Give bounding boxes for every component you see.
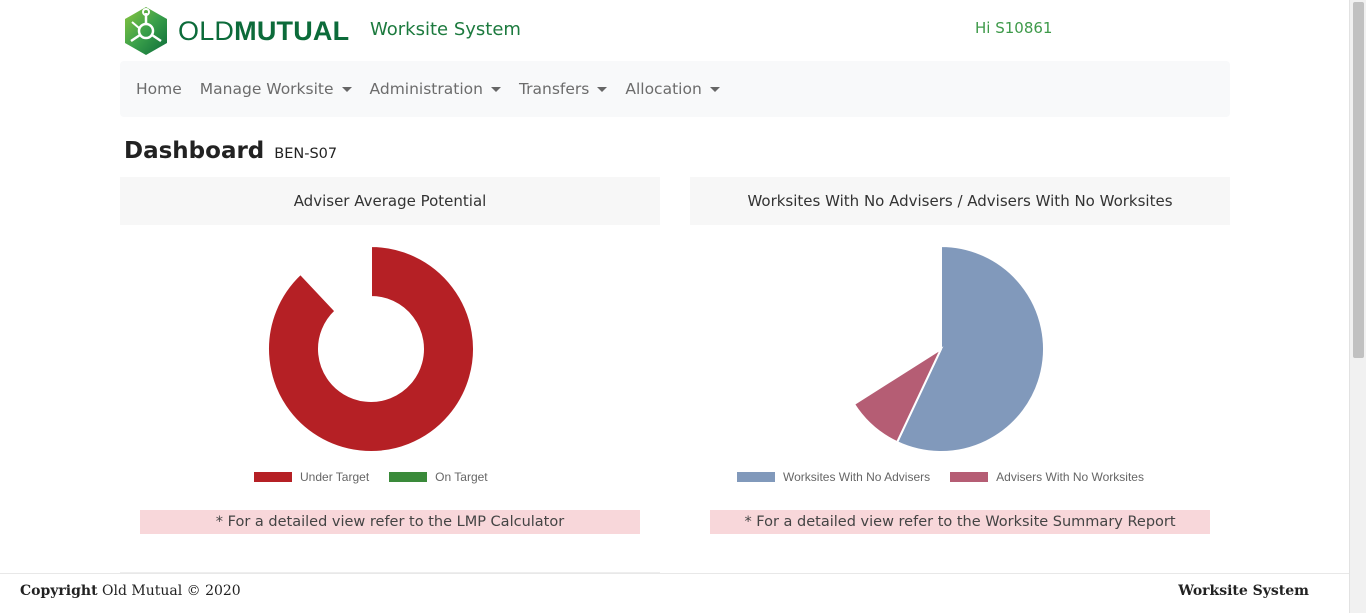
adviser-potential-card-header: Adviser Average Potential — [120, 177, 660, 225]
logo-text-bold: MUTUAL — [234, 15, 350, 46]
caret-down-icon — [490, 86, 501, 92]
legend-swatch — [254, 472, 292, 482]
pie-slice-worksites-with-no-advisers[interactable] — [895, 244, 1045, 453]
nav-allocation[interactable]: Allocation — [625, 80, 720, 98]
copyright-label: Copyright — [20, 583, 98, 599]
adviser-potential-title: Adviser Average Potential — [293, 192, 487, 210]
worksites-advisers-legend: Worksites With No Advisers Advisers With… — [737, 470, 1164, 484]
nav-manage-worksite[interactable]: Manage Worksite — [200, 80, 352, 98]
header: OLDMUTUAL Worksite System Hi S10861 — [120, 0, 1230, 62]
vertical-scrollbar[interactable] — [1349, 0, 1366, 613]
legend-label: Advisers With No Worksites — [996, 470, 1144, 484]
nav-allocation-label: Allocation — [625, 80, 702, 98]
legend-entry-worksites-no-advisers[interactable]: Worksites With No Advisers — [737, 470, 930, 484]
old-mutual-emblem-icon — [125, 7, 167, 55]
worksites-advisers-pie-chart — [852, 244, 1045, 453]
footer: Copyright Old Mutual © 2020 Worksite Sys… — [0, 573, 1349, 613]
legend-swatch — [950, 472, 989, 482]
worksites-advisers-card-header: Worksites With No Advisers / Advisers Wi… — [690, 177, 1230, 225]
page-title: Dashboard — [124, 138, 265, 164]
nav-administration-label: Administration — [369, 80, 483, 98]
copyright-text: Old Mutual © 2020 — [102, 583, 241, 599]
legend-swatch — [737, 472, 775, 482]
nav-transfers[interactable]: Transfers — [518, 80, 608, 98]
pie-slice-under-target[interactable] — [267, 244, 475, 453]
system-title: Worksite System — [370, 19, 521, 40]
lmp-calculator-note: * For a detailed view refer to the LMP C… — [140, 510, 640, 534]
page-heading: Dashboard BEN-S07 — [124, 138, 337, 164]
legend-label: Worksites With No Advisers — [783, 470, 931, 484]
caret-down-icon — [597, 86, 608, 92]
nav-administration[interactable]: Administration — [370, 80, 501, 98]
legend-swatch — [389, 472, 428, 482]
nav-home-label: Home — [136, 80, 182, 98]
main-navbar: Home Manage Worksite Administration Tran… — [120, 61, 1230, 117]
adviser-potential-doughnut-chart — [267, 244, 475, 453]
footer-brand: Worksite System — [1178, 583, 1309, 599]
nav-home[interactable]: Home — [136, 80, 182, 98]
nav-manage-worksite-label: Manage Worksite — [199, 80, 334, 98]
note-text: * For a detailed view refer to the LMP C… — [215, 514, 565, 530]
legend-entry-under-target[interactable]: Under Target — [254, 470, 369, 484]
scrollbar-thumb[interactable] — [1353, 2, 1364, 358]
logo-text-light: OLD — [178, 15, 235, 46]
worksites-advisers-title: Worksites With No Advisers / Advisers Wi… — [747, 192, 1173, 210]
legend-label: Under Target — [300, 470, 370, 484]
legend-entry-advisers-no-worksites[interactable]: Advisers With No Worksites — [950, 470, 1144, 484]
worksite-summary-note: * For a detailed view refer to the Works… — [710, 510, 1210, 534]
caret-down-icon — [341, 86, 352, 92]
logo-wordmark: OLDMUTUAL — [178, 16, 349, 47]
caret-down-icon — [709, 86, 720, 92]
user-greeting: Hi S10861 — [975, 19, 1053, 37]
legend-label: On Target — [435, 470, 488, 484]
old-mutual-logo[interactable]: OLDMUTUAL — [122, 6, 349, 56]
legend-entry-on-target[interactable]: On Target — [389, 470, 488, 484]
adviser-potential-legend: Under Target On Target — [254, 470, 508, 484]
nav-transfers-label: Transfers — [518, 80, 590, 98]
page-subtitle: BEN-S07 — [274, 146, 338, 162]
note-text: * For a detailed view refer to the Works… — [744, 514, 1176, 530]
footer-copyright: Copyright Old Mutual © 2020 — [20, 583, 241, 599]
